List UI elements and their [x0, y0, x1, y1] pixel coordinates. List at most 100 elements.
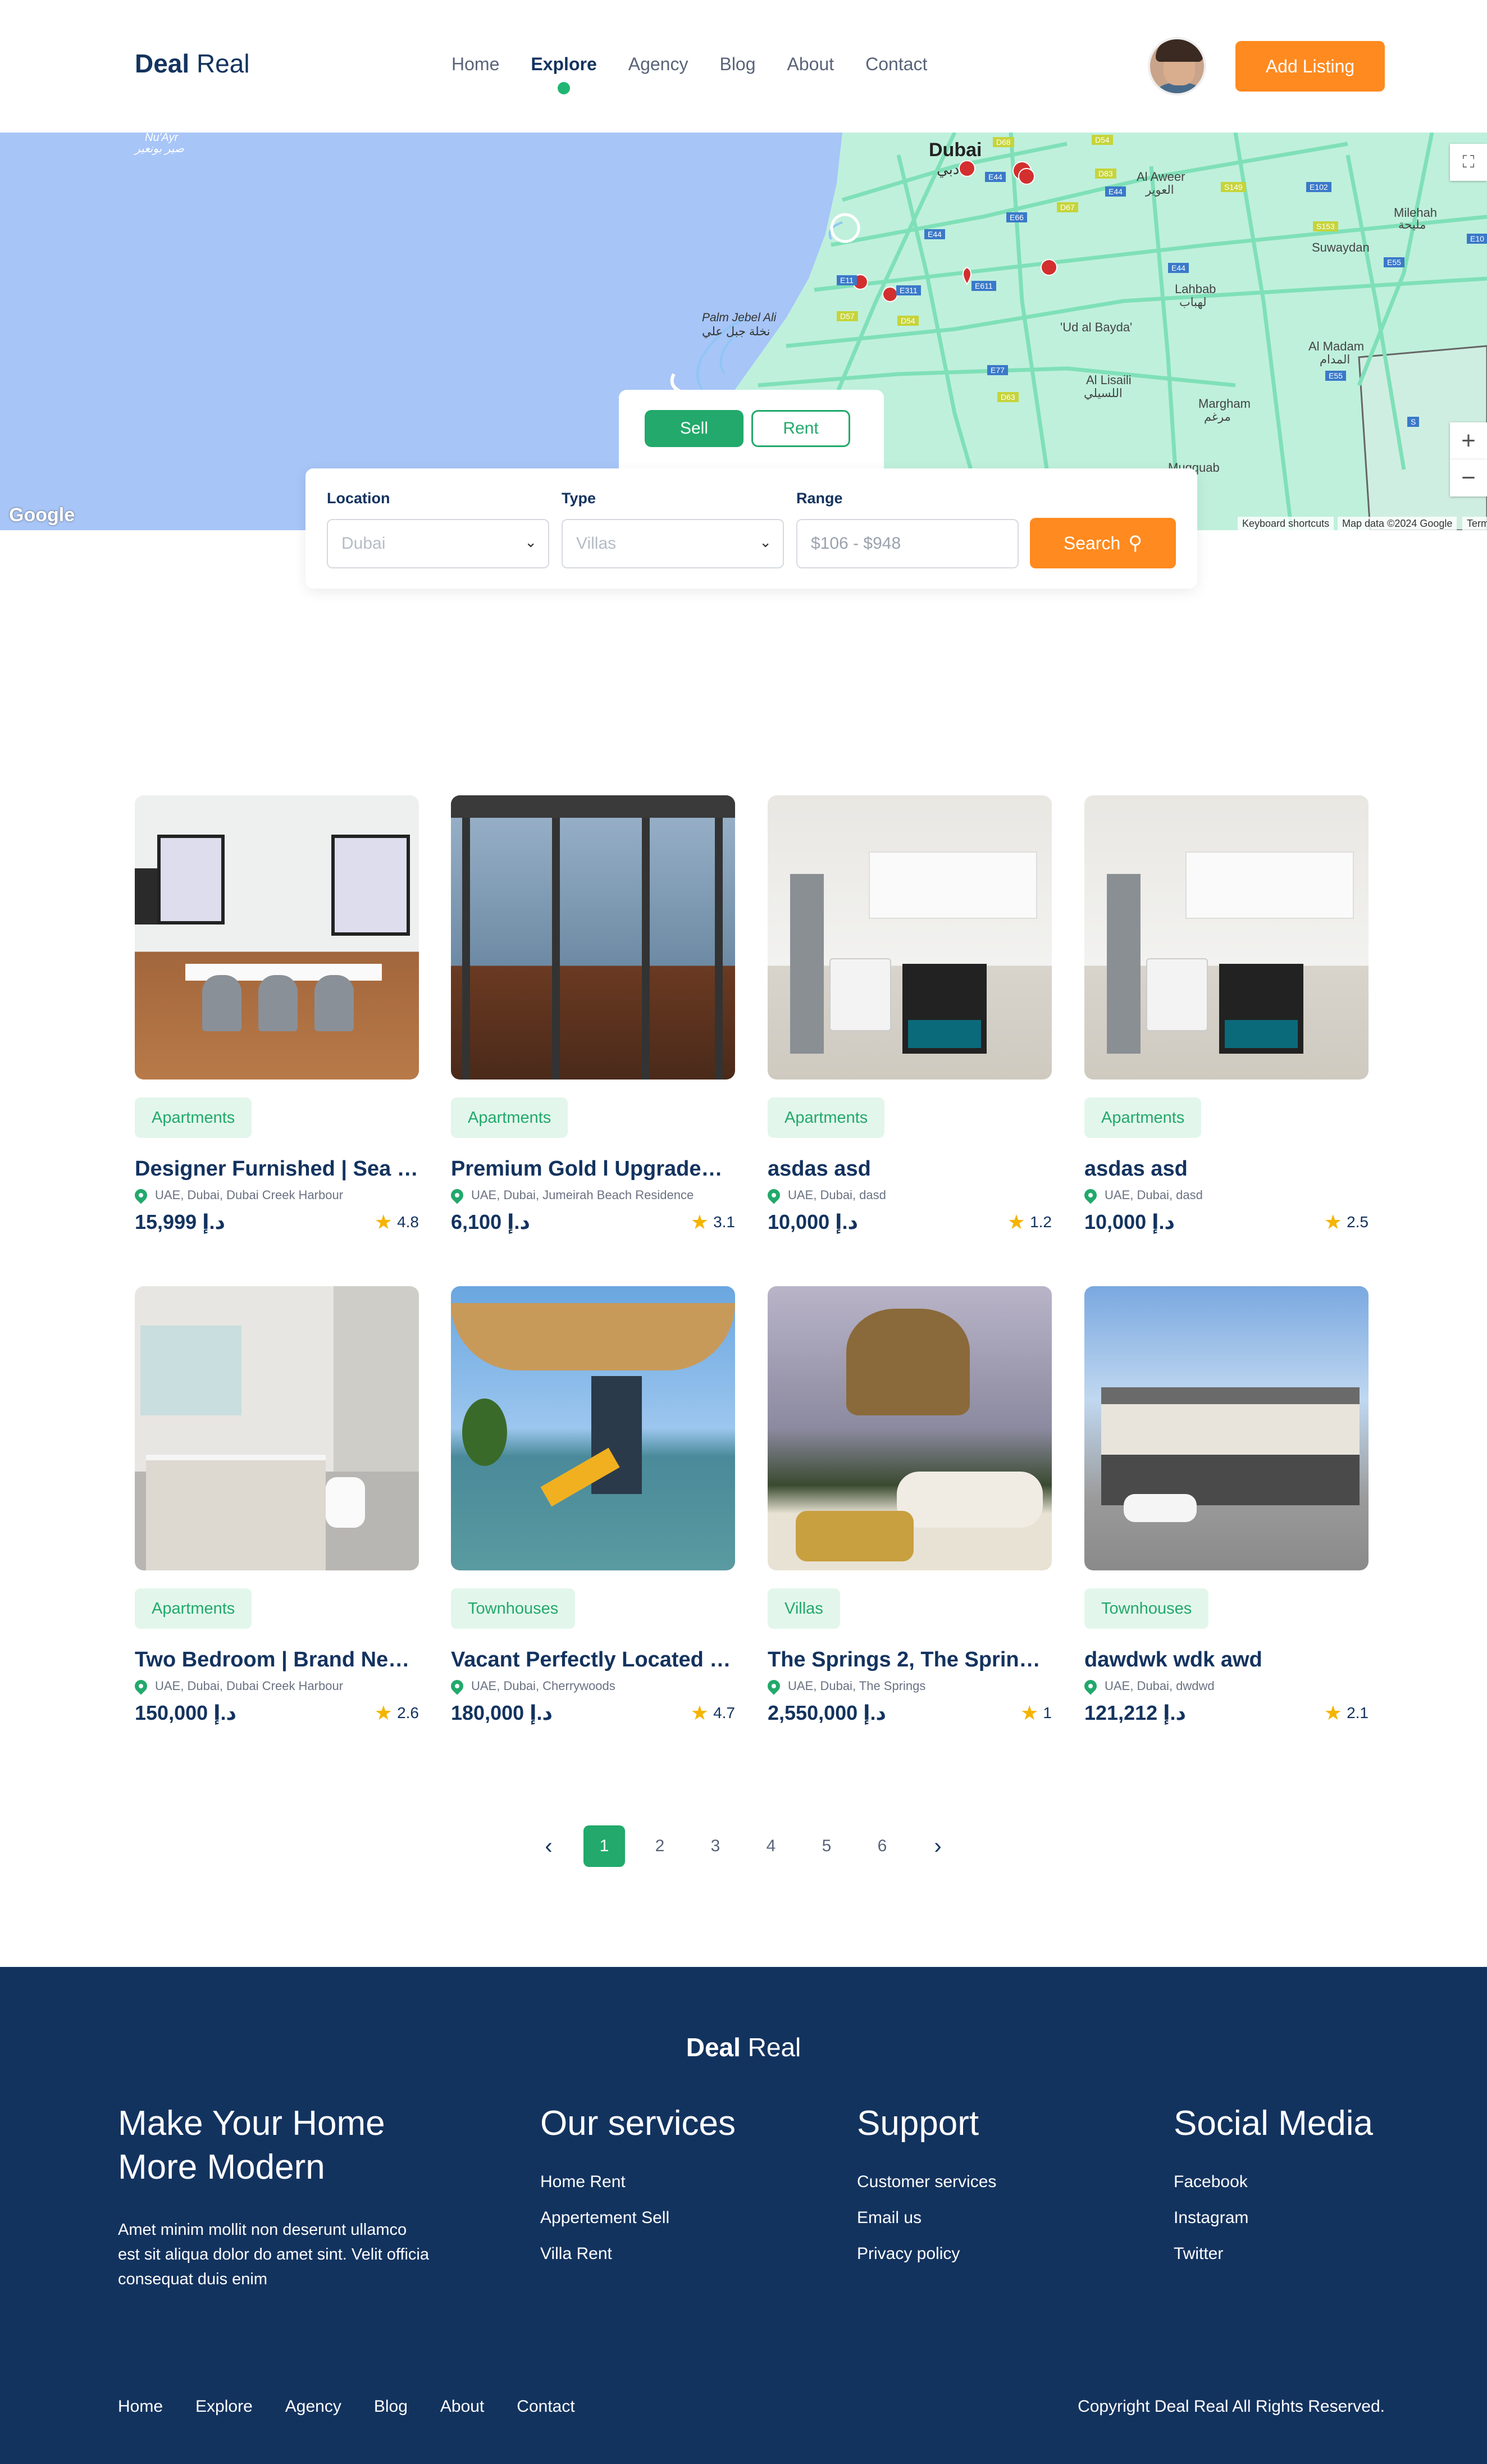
listing-image[interactable]	[135, 795, 419, 1080]
star-icon: ★	[374, 1210, 393, 1233]
nav-blog[interactable]: Blog	[719, 54, 755, 75]
nav-explore[interactable]: Explore	[531, 54, 597, 94]
road-shield: E11	[837, 275, 857, 285]
listing-image[interactable]	[768, 1286, 1052, 1570]
listing-image[interactable]	[135, 1286, 419, 1570]
tab-rent[interactable]: Rent	[751, 410, 850, 447]
zoom-out-button[interactable]: −	[1450, 459, 1487, 497]
listing-title[interactable]: asdas asd	[768, 1157, 1052, 1181]
listing-rating: 4.7	[713, 1704, 735, 1721]
listing-title[interactable]: Designer Furnished | Sea Vi...	[135, 1157, 419, 1181]
listing-title[interactable]: dawdwk wdk awd	[1084, 1648, 1369, 1672]
footer-nav-about[interactable]: About	[440, 2397, 484, 2416]
star-icon: ★	[1020, 1701, 1039, 1724]
next-page-button[interactable]: ›	[917, 1825, 959, 1867]
footer-link-home-rent[interactable]: Home Rent	[540, 2172, 736, 2192]
listing-rating: 3.1	[713, 1213, 735, 1231]
footer-link-privacy-policy[interactable]: Privacy policy	[857, 2244, 996, 2263]
type-label: Type	[562, 490, 596, 507]
footer-link-appertement-sell[interactable]: Appertement Sell	[540, 2208, 736, 2228]
prev-page-button[interactable]: ‹	[528, 1825, 569, 1867]
location-select[interactable]: Dubai ⌄	[327, 519, 549, 568]
map-label-al-madam-ar: المدام	[1320, 353, 1351, 366]
nav-home[interactable]: Home	[451, 54, 499, 75]
listing-card[interactable]: Villas The Springs 2, The Springs,... UA…	[765, 1286, 1052, 1725]
listing-card[interactable]: Apartments Premium Gold l Upgraded ... U…	[448, 795, 735, 1234]
keyboard-shortcuts-link[interactable]: Keyboard shortcuts	[1238, 517, 1334, 530]
nav-about[interactable]: About	[787, 54, 834, 75]
listing-rating: 1.2	[1030, 1213, 1052, 1231]
map-label-suwaydan: Suwaydan	[1312, 240, 1370, 254]
page-6[interactable]: 6	[861, 1825, 903, 1867]
listing-location: UAE, Dubai, Jumeirah Beach Residence	[471, 1188, 694, 1202]
avatar[interactable]	[1148, 37, 1206, 95]
listing-card[interactable]: Apartments Two Bedroom | Brand New ... U…	[132, 1286, 419, 1725]
listing-title[interactable]: The Springs 2, The Springs,...	[768, 1648, 1052, 1672]
road-shield: E311	[896, 285, 921, 295]
map-label-margham-ar: مرغم	[1204, 411, 1231, 423]
listing-price: د.إ 15,999	[135, 1210, 225, 1233]
tab-sell[interactable]: Sell	[645, 410, 744, 447]
listing-location: UAE, Dubai, Dubai Creek Harbour	[155, 1188, 344, 1202]
listing-image[interactable]	[768, 795, 1052, 1080]
type-select[interactable]: Villas ⌄	[562, 519, 784, 568]
nav-agency[interactable]: Agency	[628, 54, 688, 75]
map-label-dubai-ar: دبي	[937, 161, 960, 177]
listing-image[interactable]	[451, 795, 735, 1080]
footer-social: Social Media Facebook Instagram Twitter	[1174, 2102, 1373, 2263]
listing-title[interactable]: Two Bedroom | Brand New ...	[135, 1648, 419, 1672]
road-shield: D83	[1095, 168, 1116, 179]
road-shield: E44	[924, 229, 945, 239]
listing-location: UAE, Dubai, The Springs	[788, 1679, 926, 1693]
listing-location: UAE, Dubai, dasd	[1105, 1188, 1203, 1202]
logo[interactable]: Deal Real	[135, 48, 250, 79]
zoom-in-button[interactable]: +	[1450, 422, 1487, 459]
footer-logo[interactable]: Deal Real	[0, 2032, 1487, 2062]
listing-title[interactable]: Vacant Perfectly Located | ...	[451, 1648, 735, 1672]
listing-card[interactable]: Townhouses dawdwk wdk awd UAE, Dubai, dw…	[1082, 1286, 1369, 1725]
page-5[interactable]: 5	[806, 1825, 847, 1867]
page-2[interactable]: 2	[639, 1825, 681, 1867]
page-1[interactable]: 1	[583, 1825, 625, 1867]
footer-link-customer-services[interactable]: Customer services	[857, 2172, 996, 2192]
listing-image[interactable]	[451, 1286, 735, 1570]
listing-title[interactable]: Premium Gold l Upgraded ...	[451, 1157, 735, 1181]
pagination: ‹ 1 2 3 4 5 6 ›	[528, 1825, 973, 1867]
footer-link-facebook[interactable]: Facebook	[1174, 2172, 1373, 2192]
footer-nav-agency[interactable]: Agency	[285, 2397, 341, 2416]
category-badge: Apartments	[135, 1588, 252, 1629]
add-listing-button[interactable]: Add Listing	[1235, 41, 1385, 92]
category-badge: Apartments	[451, 1097, 568, 1138]
listing-card[interactable]: Townhouses Vacant Perfectly Located | ..…	[448, 1286, 735, 1725]
map-label-palm-jebel-ali-ar: نخلة جبل علي	[702, 325, 770, 338]
listing-location: UAE, Dubai, Cherrywoods	[471, 1679, 615, 1693]
footer-link-email-us[interactable]: Email us	[857, 2208, 996, 2228]
google-logo: Google	[9, 504, 75, 526]
page-3[interactable]: 3	[695, 1825, 736, 1867]
map-label-ud-al-bayda: 'Ud al Bayda'	[1060, 320, 1133, 334]
map-label-al-lisaili: Al Lisaili	[1086, 373, 1132, 387]
listing-price: د.إ 10,000	[768, 1210, 858, 1233]
listing-card[interactable]: Apartments asdas asd UAE, Dubai, dasd د.…	[765, 795, 1052, 1234]
listing-card[interactable]: Apartments asdas asd UAE, Dubai, dasd د.…	[1082, 795, 1369, 1234]
footer-nav-home[interactable]: Home	[118, 2397, 163, 2416]
star-icon: ★	[1324, 1210, 1343, 1233]
footer-nav-blog[interactable]: Blog	[374, 2397, 408, 2416]
terms-link[interactable]: Terms	[1462, 517, 1487, 530]
range-input[interactable]: $106 - $948	[796, 519, 1019, 568]
footer-nav-contact[interactable]: Contact	[517, 2397, 574, 2416]
road-shield: E55	[1325, 371, 1346, 381]
page-4[interactable]: 4	[750, 1825, 792, 1867]
fullscreen-icon[interactable]: ⛶	[1450, 144, 1487, 181]
footer-text: Amet minim mollit non deserunt ullamco e…	[118, 2221, 429, 2288]
listing-image[interactable]	[1084, 795, 1369, 1080]
listing-title[interactable]: asdas asd	[1084, 1157, 1369, 1181]
listing-card[interactable]: Apartments Designer Furnished | Sea Vi..…	[132, 795, 419, 1234]
nav-contact[interactable]: Contact	[865, 54, 927, 75]
footer-nav-explore[interactable]: Explore	[195, 2397, 253, 2416]
footer-link-villa-rent[interactable]: Villa Rent	[540, 2244, 736, 2263]
search-button[interactable]: Search ⚲	[1030, 518, 1176, 568]
footer-link-instagram[interactable]: Instagram	[1174, 2208, 1373, 2228]
footer-link-twitter[interactable]: Twitter	[1174, 2244, 1373, 2263]
listing-image[interactable]	[1084, 1286, 1369, 1570]
